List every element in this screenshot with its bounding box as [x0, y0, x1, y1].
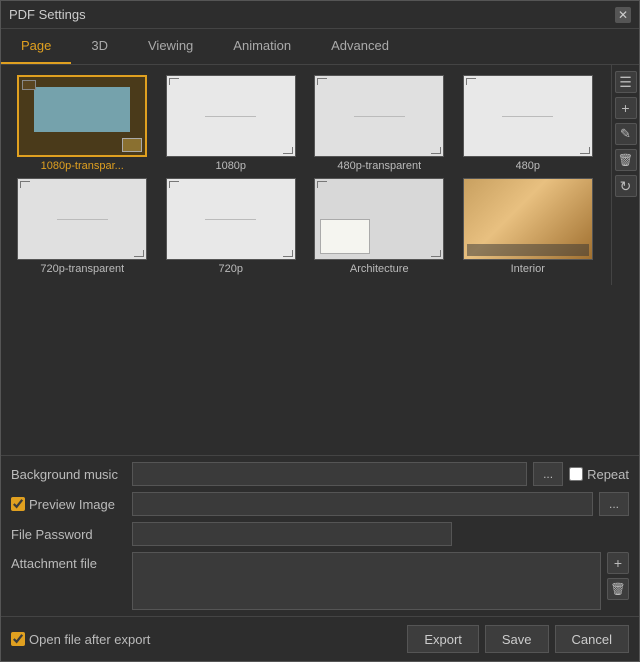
thumbnail-label: 720p: [219, 263, 243, 275]
thumbnail-item[interactable]: Architecture: [308, 178, 451, 275]
thumbnail-label: 1080p-transpar...: [41, 160, 124, 172]
add-icon: +: [621, 100, 629, 116]
repeat-checkbox[interactable]: [569, 467, 583, 481]
background-music-row: Background music ... Repeat: [11, 462, 629, 486]
attachment-delete-button[interactable]: 🗑: [607, 578, 629, 600]
thumbnail-scroll[interactable]: 1080p-transpar... 1080p: [1, 65, 611, 455]
close-button[interactable]: ✕: [615, 7, 631, 23]
tab-page[interactable]: Page: [1, 29, 71, 64]
file-password-row: File Password: [11, 522, 629, 546]
thumbnail-sidebar: ☰ + ✎ 🗑 ↻: [611, 65, 639, 285]
attachment-add-button[interactable]: +: [607, 552, 629, 574]
thumbnail-item[interactable]: Interior: [457, 178, 600, 275]
preview-image-browse-button[interactable]: ...: [599, 492, 629, 516]
background-music-input[interactable]: [132, 462, 527, 486]
thumbnail-image[interactable]: [463, 75, 593, 157]
thumbnail-image[interactable]: [463, 178, 593, 260]
file-password-label: File Password: [11, 527, 126, 542]
attachment-file-label: Attachment file: [11, 552, 126, 571]
open-file-checkbox[interactable]: [11, 632, 25, 646]
cancel-button[interactable]: Cancel: [555, 625, 629, 653]
thumbnail-section: 1080p-transpar... 1080p: [1, 65, 639, 455]
tabs-bar: Page 3D Viewing Animation Advanced: [1, 29, 639, 65]
attachment-file-row: Attachment file + 🗑: [11, 552, 629, 610]
background-music-browse-button[interactable]: ...: [533, 462, 563, 486]
edit-icon-btn[interactable]: ✎: [615, 123, 637, 145]
thumbnail-item[interactable]: 480p-transparent: [308, 75, 451, 172]
open-file-checkbox-label: Open file after export: [11, 632, 150, 647]
pdf-settings-dialog: PDF Settings ✕ Page 3D Viewing Animation…: [0, 0, 640, 662]
tab-advanced[interactable]: Advanced: [311, 29, 409, 64]
footer-buttons: Export Save Cancel: [407, 625, 629, 653]
thumbnail-image[interactable]: [166, 178, 296, 260]
thumbnail-label: 720p-transparent: [40, 263, 124, 275]
background-music-label: Background music: [11, 467, 126, 482]
content-area: 1080p-transpar... 1080p: [1, 65, 639, 661]
thumbnail-image[interactable]: [314, 75, 444, 157]
thumbnail-label: 480p: [516, 160, 540, 172]
main-area: 1080p-transpar... 1080p: [1, 65, 639, 661]
thumbnail-item[interactable]: 1080p: [160, 75, 303, 172]
footer-left: Open file after export: [11, 632, 150, 647]
refresh-icon-btn[interactable]: ↻: [615, 175, 637, 197]
thumbnail-item[interactable]: 720p: [160, 178, 303, 275]
attachment-add-icon: +: [614, 555, 622, 571]
delete-icon-btn[interactable]: 🗑: [615, 149, 637, 171]
list-icon: ☰: [619, 74, 632, 91]
thumbnail-item[interactable]: 720p-transparent: [11, 178, 154, 275]
attachment-delete-icon: 🗑: [610, 582, 625, 596]
preview-image-checkbox[interactable]: [11, 497, 25, 511]
thumbnail-label: Architecture: [350, 263, 409, 275]
dialog-title: PDF Settings: [9, 7, 86, 22]
thumbnail-image[interactable]: [17, 178, 147, 260]
thumbnail-image[interactable]: [17, 75, 147, 157]
list-icon-btn[interactable]: ☰: [615, 71, 637, 93]
preview-image-checkbox-label: Preview Image: [11, 497, 126, 512]
tab-viewing[interactable]: Viewing: [128, 29, 213, 64]
thumbnail-item[interactable]: 480p: [457, 75, 600, 172]
add-icon-btn[interactable]: +: [615, 97, 637, 119]
tab-3d[interactable]: 3D: [71, 29, 128, 64]
form-section: Background music ... Repeat Preview Imag…: [1, 455, 639, 616]
thumbnail-item[interactable]: 1080p-transpar...: [11, 75, 154, 172]
refresh-icon: ↻: [620, 178, 632, 195]
footer: Open file after export Export Save Cance…: [1, 616, 639, 661]
file-password-input[interactable]: [132, 522, 452, 546]
thumbnail-grid: 1080p-transpar... 1080p: [11, 75, 607, 275]
preview-image-row: Preview Image ...: [11, 492, 629, 516]
repeat-checkbox-label: Repeat: [569, 467, 629, 482]
edit-icon: ✎: [620, 126, 631, 142]
preview-image-input[interactable]: [132, 492, 593, 516]
tab-animation[interactable]: Animation: [213, 29, 311, 64]
export-button[interactable]: Export: [407, 625, 479, 653]
attachment-file-textarea[interactable]: [132, 552, 601, 610]
thumbnail-label: Interior: [511, 263, 545, 275]
attachment-buttons: + 🗑: [607, 552, 629, 600]
thumbnail-image[interactable]: [314, 178, 444, 260]
thumbnail-label: 480p-transparent: [337, 160, 421, 172]
save-button[interactable]: Save: [485, 625, 549, 653]
title-bar: PDF Settings ✕: [1, 1, 639, 29]
delete-icon: 🗑: [618, 153, 633, 167]
thumbnail-image[interactable]: [166, 75, 296, 157]
thumbnail-label: 1080p: [215, 160, 246, 172]
